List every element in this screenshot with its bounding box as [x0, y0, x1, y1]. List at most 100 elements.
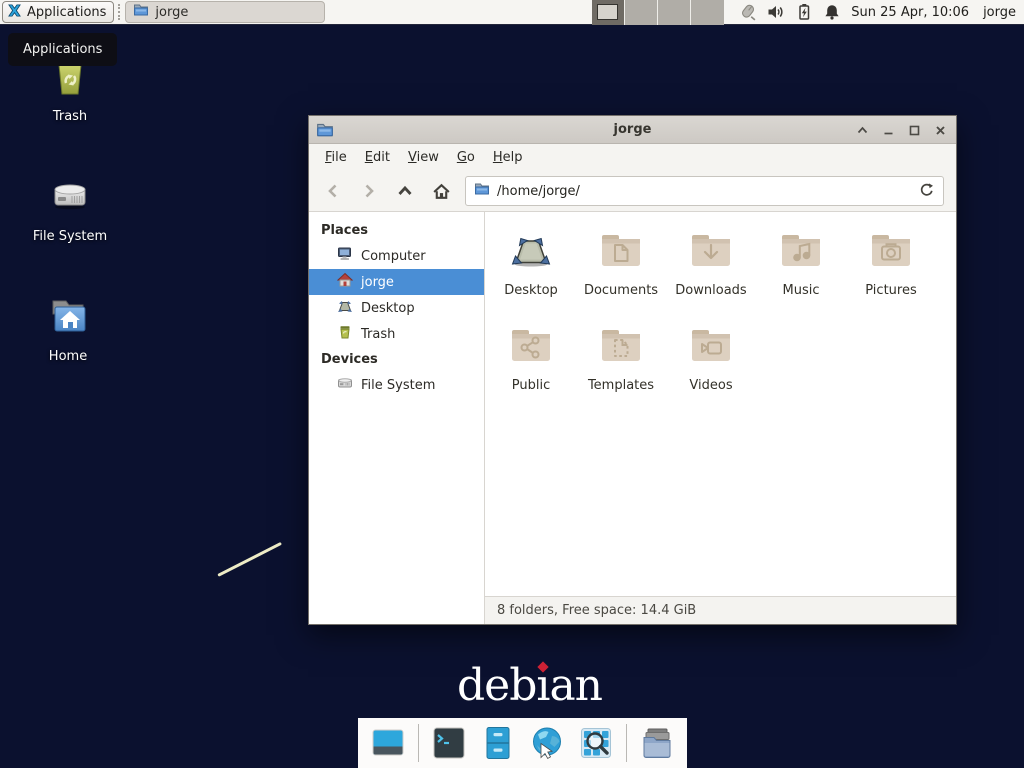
- toolbar: /home/jorge/: [309, 171, 956, 212]
- drive-icon: [337, 375, 353, 395]
- sidebar-item-trash[interactable]: Trash: [309, 321, 484, 347]
- menu-view[interactable]: View: [399, 146, 448, 169]
- folder-label: Downloads: [675, 283, 746, 298]
- home-button[interactable]: [429, 179, 453, 203]
- statusbar: 8 folders, Free space: 14.4 GiB: [485, 596, 956, 624]
- back-button[interactable]: [321, 179, 345, 203]
- minimize-button[interactable]: [881, 123, 896, 138]
- applications-tooltip: Applications: [8, 33, 117, 66]
- xfce-logo-icon: [7, 3, 22, 22]
- sidebar-item-computer[interactable]: Computer: [309, 243, 484, 269]
- battery-charging-icon[interactable]: [795, 3, 813, 21]
- show-desktop-icon[interactable]: [369, 724, 407, 762]
- folder-videos[interactable]: Videos: [666, 321, 756, 416]
- menu-file[interactable]: File: [316, 146, 356, 169]
- downloads-folder-icon: [687, 226, 735, 278]
- dock-separator: [626, 724, 627, 762]
- sidebar-item-label: Computer: [361, 249, 426, 264]
- applications-menu-button[interactable]: Applications: [2, 1, 114, 23]
- folder-public[interactable]: Public: [486, 321, 576, 416]
- desktop-icon-label: Trash: [14, 109, 126, 124]
- desktop-icon-file-system[interactable]: File System: [14, 172, 126, 244]
- desktop-pad-icon: [507, 226, 555, 278]
- taskbar-window-button[interactable]: jorge: [125, 1, 325, 23]
- screen: { "panel": { "applications_label": "Appl…: [0, 0, 1024, 768]
- menubar: File Edit View Go Help: [309, 144, 956, 171]
- home-folder-icon: [44, 329, 92, 344]
- panel-clock[interactable]: Sun 25 Apr, 10:06: [851, 5, 969, 20]
- folder-downloads[interactable]: Downloads: [666, 226, 756, 321]
- videos-folder-icon: [687, 321, 735, 373]
- templates-folder-icon: [597, 321, 645, 373]
- sidebar-item-label: File System: [361, 378, 435, 393]
- workspace-window-preview: [597, 4, 618, 20]
- pointer-device-icon[interactable]: [738, 3, 757, 22]
- stray-line-artifact: [217, 542, 282, 577]
- workspace-switcher: [592, 0, 724, 25]
- location-bar[interactable]: /home/jorge/: [465, 176, 944, 206]
- file-manager-icon[interactable]: [638, 724, 676, 762]
- maximize-button[interactable]: [907, 123, 922, 138]
- window-controls: [855, 116, 948, 144]
- sidebar-item-label: Desktop: [361, 301, 415, 316]
- sidebar-item-jorge[interactable]: jorge: [309, 269, 484, 295]
- web-browser-icon[interactable]: [528, 724, 566, 762]
- folder-documents[interactable]: Documents: [576, 226, 666, 321]
- home-icon: [337, 272, 353, 292]
- volume-icon[interactable]: [767, 3, 785, 21]
- folder-icon: [474, 181, 490, 201]
- location-path[interactable]: /home/jorge/: [497, 184, 911, 199]
- desktop-icon-label: Home: [12, 349, 124, 364]
- system-tray: [738, 3, 841, 22]
- sidebar-item-label: jorge: [361, 275, 394, 290]
- devices-header: Devices: [309, 347, 484, 372]
- app-finder-icon[interactable]: [577, 724, 615, 762]
- sidebar-item-label: Trash: [361, 327, 395, 342]
- folder-templates[interactable]: Templates: [576, 321, 666, 416]
- panel-username[interactable]: jorge: [983, 5, 1016, 20]
- bottom-dock: [358, 718, 687, 768]
- folder-pictures[interactable]: Pictures: [846, 226, 936, 321]
- up-button[interactable]: [393, 179, 417, 203]
- desktop-icon-home[interactable]: Home: [12, 292, 124, 364]
- workspace-2[interactable]: [625, 0, 658, 25]
- window-folder-icon: [316, 121, 334, 143]
- close-button[interactable]: [933, 123, 948, 138]
- workspace-1[interactable]: [592, 0, 625, 25]
- sidebar-item-desktop[interactable]: Desktop: [309, 295, 484, 321]
- folder-music[interactable]: Music: [756, 226, 846, 321]
- pictures-folder-icon: [867, 226, 915, 278]
- places-header: Places: [309, 218, 484, 243]
- status-text: 8 folders, Free space: 14.4 GiB: [497, 603, 696, 618]
- documents-folder-icon: [597, 226, 645, 278]
- music-folder-icon: [777, 226, 825, 278]
- forward-button[interactable]: [357, 179, 381, 203]
- workspace-3[interactable]: [658, 0, 691, 25]
- menu-go[interactable]: Go: [448, 146, 484, 169]
- trash-can-icon: [46, 89, 94, 104]
- debian-logo: debıan: [457, 660, 602, 711]
- sidebar-item-file-system[interactable]: File System: [309, 372, 484, 398]
- trash-icon: [337, 324, 353, 344]
- folder-desktop[interactable]: Desktop: [486, 226, 576, 321]
- computer-icon: [337, 246, 353, 266]
- terminal-icon[interactable]: [430, 724, 468, 762]
- file-cabinet-icon[interactable]: [479, 724, 517, 762]
- folder-label: Templates: [588, 378, 654, 393]
- folder-label: Public: [512, 378, 550, 393]
- menu-help[interactable]: Help: [484, 146, 532, 169]
- dock-separator: [418, 724, 419, 762]
- workspace-4[interactable]: [691, 0, 724, 25]
- notifications-bell-icon[interactable]: [823, 3, 841, 21]
- panel-handle[interactable]: [118, 4, 123, 20]
- public-folder-icon: [507, 321, 555, 373]
- folder-label: Desktop: [504, 283, 558, 298]
- side-pane: Places Computer: [309, 212, 485, 624]
- reload-button[interactable]: [918, 181, 935, 202]
- shade-button[interactable]: [855, 123, 870, 138]
- desktop-icon: [337, 298, 353, 318]
- folder-label: Videos: [689, 378, 732, 393]
- window-titlebar[interactable]: jorge: [309, 116, 956, 144]
- desktop-icon-label: File System: [14, 229, 126, 244]
- menu-edit[interactable]: Edit: [356, 146, 399, 169]
